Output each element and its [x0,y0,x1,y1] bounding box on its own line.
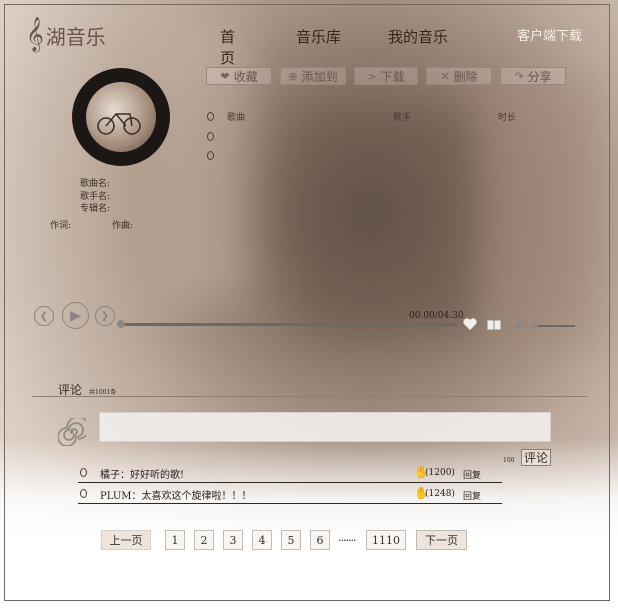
heart-icon: ❤ [220,69,230,83]
comment-text: 橘子：好好听的歌! [100,470,185,481]
music-player-page: 𝄞 湖音乐 首页 音乐库 我的音乐 客户端下载 ❤ 收藏 ⊕ 添加到 > 下载 ✕ 删除… [0,0,618,609]
plus-circle-icon: ⊕ [288,69,298,83]
heart-icon[interactable] [463,318,477,331]
reply-link[interactable]: 回复 [463,489,481,502]
page-last[interactable]: 1110 [366,530,406,550]
comment-radio[interactable] [80,489,87,498]
client-download-link[interactable]: 客户端下载 [517,25,582,44]
page-ellipsis: ······· [338,534,357,547]
nav-home[interactable]: 首页 [220,26,235,68]
volume-knob[interactable] [531,322,538,329]
play-icon: ▶ [70,307,81,324]
album-disc [72,68,170,166]
reply-link[interactable]: 回复 [463,468,481,481]
background-blur [480,80,590,340]
next-page-button[interactable]: 下一页 [416,530,467,550]
comments-count: 共1001条 [89,389,117,396]
chevron-right-icon: ❯ [100,310,110,322]
previous-button[interactable]: ❮ [34,306,54,326]
comment-radio[interactable] [80,468,87,477]
artist-column-header: 歌手 [393,113,412,123]
cross-icon: ✕ [440,69,450,83]
progress-knob[interactable] [117,320,125,328]
bicycle-image [97,112,141,135]
song-column-header: 歌曲 [227,113,246,123]
prev-page-button[interactable]: 上一页 [101,530,151,550]
comment-input[interactable] [99,412,551,442]
progress-track[interactable] [120,323,458,326]
share-icon: ↷ [514,69,524,83]
song-select-radio[interactable] [207,112,214,121]
comment-row: 橘子：好好听的歌! ✋ (1200) 回复 [78,465,502,483]
submit-comment-button[interactable]: 评论 [521,449,551,466]
divider [32,396,587,397]
song-meta: 歌曲名: 歌手名: 专辑名: [80,178,110,216]
nav-library[interactable]: 音乐库 [296,26,341,47]
album-name-label: 专辑名: [80,204,111,214]
chevron-left-icon: ❮ [39,310,49,322]
page-1[interactable]: 1 [165,530,185,550]
add-to-button[interactable]: ⊕ 添加到 [280,67,346,85]
delete-button[interactable]: ✕ 删除 [426,67,492,85]
like-count: (1200) [425,468,455,478]
char-limit: 100 [503,457,515,464]
time-display: 00.00/04.30 [409,311,464,321]
comment-row: PLUM：太喜欢这个旋律啦！！！ ✋ (1248) 回复 [78,486,502,504]
arrow-right-icon: > [367,69,377,83]
comment-text: PLUM：太喜欢这个旋律啦！！！ [100,491,252,502]
page-4[interactable]: 4 [252,530,272,550]
spiral-icon [58,418,86,446]
app-logo[interactable]: 𝄞 湖音乐 [26,20,106,50]
volume-icon[interactable] [513,319,529,332]
like-count: (1248) [425,489,455,499]
page-2[interactable]: 2 [194,530,214,550]
page-5[interactable]: 5 [281,530,301,550]
song-select-radio[interactable] [207,151,214,160]
page-6[interactable]: 6 [310,530,330,550]
page-3[interactable]: 3 [223,530,243,550]
nav-my-music[interactable]: 我的音乐 [388,26,448,47]
download-button[interactable]: > 下载 [354,67,418,85]
favorite-button[interactable]: ❤ 收藏 [206,67,272,85]
song-select-radio[interactable] [207,132,214,141]
song-name-label: 歌曲名: [80,179,111,189]
album-cover [86,82,156,152]
next-button[interactable]: ❯ [95,306,115,326]
composer-label: 作曲: [112,221,134,231]
lyrics-icon[interactable] [486,319,502,331]
volume-track[interactable] [535,325,575,327]
app-name: 湖音乐 [45,24,106,49]
share-button[interactable]: ↷ 分享 [500,67,566,85]
duration-column-header: 时长 [498,113,517,123]
lyricist-label: 作词: [50,221,72,231]
treble-clef-icon: 𝄞 [26,17,44,52]
background-blur [300,110,480,330]
artist-name-label: 歌手名: [80,191,111,202]
play-button[interactable]: ▶ [62,302,89,329]
